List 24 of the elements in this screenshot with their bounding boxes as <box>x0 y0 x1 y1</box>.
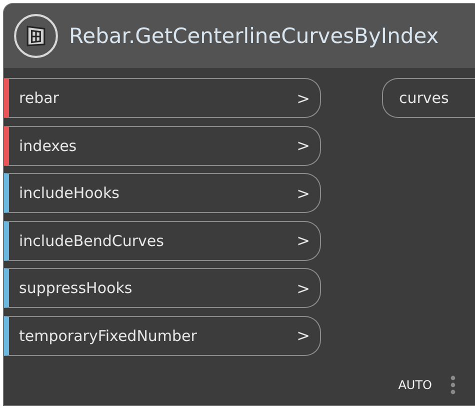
input-port[interactable]: indexes > <box>4 126 321 166</box>
input-port[interactable]: includeHooks > <box>4 173 321 213</box>
output-port[interactable]: curves <box>382 78 475 118</box>
port-label: includeHooks <box>19 184 120 202</box>
port-arrow: > <box>296 278 310 298</box>
port-arrow: > <box>296 88 310 108</box>
port-label: indexes <box>19 136 77 154</box>
node-card[interactable]: Rebar.GetCenterlineCurvesByIndex rebar > indexes > includeHooks > includeBendCurves > suppressHooks > temporaryFixedNumber > curves AUTO <box>3 3 475 406</box>
node-title: Rebar.GetCenterlineCurvesByIndex <box>69 24 439 48</box>
port-arrow: > <box>296 326 310 345</box>
port-arrow: > <box>296 231 310 250</box>
port-label: temporaryFixedNumber <box>19 326 197 344</box>
rebar-node-icon <box>13 13 59 59</box>
lacing-label: AUTO <box>398 378 432 392</box>
port-arrow: > <box>296 136 310 155</box>
port-arrow: > <box>296 184 310 202</box>
port-label: includeBendCurves <box>19 232 164 250</box>
more-options-icon[interactable] <box>450 375 456 395</box>
input-port[interactable]: includeBendCurves > <box>4 220 321 260</box>
input-port[interactable]: temporaryFixedNumber > <box>4 316 321 356</box>
port-label: suppressHooks <box>19 279 132 297</box>
input-port[interactable]: rebar > <box>4 78 321 118</box>
input-port[interactable]: suppressHooks > <box>4 268 321 308</box>
port-label: rebar <box>19 89 59 107</box>
